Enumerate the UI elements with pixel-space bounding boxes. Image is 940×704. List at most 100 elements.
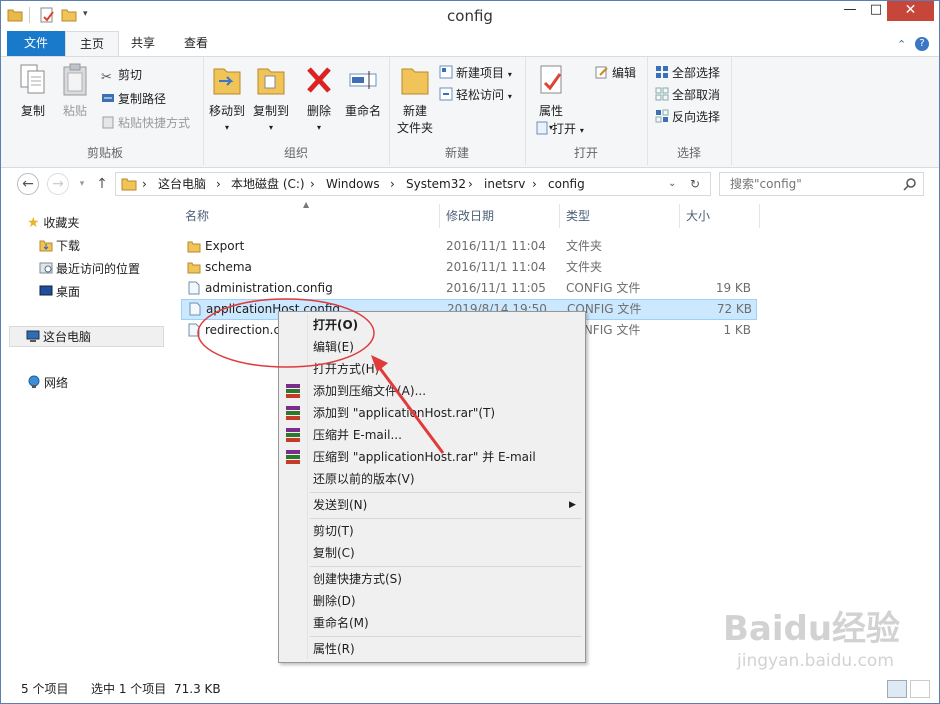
column-divider	[439, 204, 440, 228]
select-group-label: 选择	[676, 146, 701, 160]
file-row-schema[interactable]: schema 2016/11/1 11:04 文件夹	[181, 257, 755, 278]
paste-shortcut-button[interactable]: 粘贴快捷方式	[101, 113, 190, 133]
nav-desktop[interactable]: 桌面	[39, 282, 80, 302]
new-group: 新建 文件夹 新建项目 ▾ 轻松访问 ▾ 新建	[389, 57, 526, 165]
nav-recent-label: 最近访问的位置	[56, 262, 141, 276]
copy-label: 复制	[20, 104, 45, 118]
tab-view[interactable]: 查看	[171, 31, 221, 56]
column-date[interactable]: 修改日期	[446, 204, 494, 228]
help-icon[interactable]: ?	[915, 37, 929, 51]
easy-access-label: 轻松访问	[456, 88, 505, 102]
address-dropdown-icon[interactable]: ⌄	[668, 173, 676, 195]
select-none-button[interactable]: 全部取消	[655, 85, 720, 105]
ribbon-tabs: 文件 主页 共享 查看 ⌃ ?	[1, 31, 939, 56]
breadcrumb-local-disk[interactable]: 本地磁盘 (C:)	[231, 173, 305, 195]
menu-properties[interactable]: 属性(R)	[313, 638, 355, 660]
search-icon[interactable]	[903, 177, 917, 191]
title-bar: ▾ config — □ ✕	[1, 1, 939, 31]
file-size: 1 KB	[723, 323, 751, 337]
breadcrumb-inetsrv[interactable]: inetsrv	[484, 173, 525, 195]
breadcrumb-system32[interactable]: System32	[406, 173, 466, 195]
new-folder-label-1: 新建	[402, 104, 427, 118]
large-icons-view-icon[interactable]	[910, 680, 930, 698]
status-size: 71.3 KB	[174, 682, 221, 696]
column-size[interactable]: 大小	[686, 204, 710, 228]
menu-delete[interactable]: 删除(D)	[313, 590, 356, 612]
column-type[interactable]: 类型	[566, 204, 590, 228]
paste-label: 粘贴	[62, 104, 87, 118]
copy-path-button[interactable]: 复制路径	[101, 89, 166, 109]
back-button[interactable]: ←	[17, 173, 39, 195]
details-view-icon[interactable]	[887, 680, 907, 698]
menu-restore-versions[interactable]: 还原以前的版本(V)	[313, 468, 415, 490]
clipboard-group-label: 剪贴板	[86, 146, 123, 160]
menu-send-to[interactable]: 发送到(N)	[313, 494, 367, 516]
copy-button[interactable]: 复制	[13, 63, 53, 119]
file-type: 文件夹	[566, 260, 603, 274]
nav-this-pc-label: 这台电脑	[43, 330, 92, 344]
new-folder-button[interactable]: 新建 文件夹	[393, 63, 437, 136]
menu-separator	[310, 566, 582, 567]
menu-create-shortcut[interactable]: 创建快捷方式(S)	[313, 568, 402, 590]
annotation-ellipse	[197, 298, 375, 368]
move-to-button[interactable]: 移动到 ▾	[205, 63, 249, 133]
downloads-folder-icon	[39, 240, 53, 252]
column-divider	[759, 204, 760, 228]
tab-file[interactable]: 文件	[7, 31, 65, 56]
menu-rename[interactable]: 重命名(M)	[313, 612, 369, 634]
file-date: 2016/11/1 11:04	[446, 260, 546, 274]
copy-to-button[interactable]: 复制到 ▾	[249, 63, 293, 133]
new-group-label: 新建	[444, 146, 469, 160]
menu-cut[interactable]: 剪切(T)	[313, 520, 354, 542]
cut-button[interactable]: ✂ 剪切	[101, 65, 142, 85]
maximize-button[interactable]: □	[863, 1, 889, 21]
paste-button[interactable]: 粘贴	[55, 63, 95, 119]
collapse-ribbon-icon[interactable]: ⌃	[897, 38, 906, 51]
tab-share[interactable]: 共享	[119, 31, 167, 56]
breadcrumb-this-pc[interactable]: 这台电脑	[158, 173, 206, 195]
nav-favorites[interactable]: ★ 收藏夹	[27, 213, 79, 233]
new-item-button[interactable]: 新建项目 ▾	[439, 63, 512, 83]
address-bar[interactable]: › 这台电脑 › 本地磁盘 (C:) › Windows › System32 …	[115, 172, 711, 196]
status-selected: 选中 1 个项目	[91, 682, 167, 696]
column-name[interactable]: 名称	[185, 204, 209, 228]
select-all-label: 全部选择	[672, 66, 721, 80]
open-file-icon	[536, 121, 548, 135]
minimize-button[interactable]: —	[837, 1, 863, 21]
breadcrumb-config[interactable]: config	[548, 173, 585, 195]
nav-recent[interactable]: 最近访问的位置	[39, 259, 140, 279]
close-button[interactable]: ✕	[887, 1, 934, 21]
invert-selection-button[interactable]: 反向选择	[655, 107, 720, 127]
nav-desktop-label: 桌面	[56, 285, 81, 299]
easy-access-button[interactable]: 轻松访问 ▾	[439, 85, 512, 105]
edit-button[interactable]: 编辑	[595, 63, 636, 83]
tab-home[interactable]: 主页	[65, 31, 119, 56]
up-button[interactable]: ↑	[91, 173, 113, 195]
rename-button[interactable]: 重命名	[341, 63, 385, 119]
sort-ascending-icon: ▲	[303, 200, 310, 209]
recent-locations-dropdown[interactable]: ▾	[71, 173, 93, 195]
search-input[interactable]	[728, 176, 902, 192]
breadcrumb-windows[interactable]: Windows	[326, 173, 380, 195]
new-item-icon	[439, 65, 453, 79]
file-row-export[interactable]: Export 2016/11/1 11:04 文件夹	[181, 236, 755, 257]
refresh-icon[interactable]: ↻	[690, 173, 700, 195]
easy-access-icon	[439, 87, 453, 101]
network-icon	[28, 375, 40, 388]
breadcrumb-sep: ›	[390, 177, 395, 191]
forward-button[interactable]: →	[47, 173, 69, 195]
file-size: 72 KB	[716, 302, 752, 316]
file-date: 2016/11/1 11:04	[446, 239, 546, 253]
annotation-arrow-line	[374, 362, 445, 454]
nav-network[interactable]: 网络	[27, 373, 68, 393]
nav-this-pc[interactable]: 这台电脑	[9, 326, 164, 347]
menu-copy[interactable]: 复制(C)	[313, 542, 355, 564]
breadcrumb-sep: ›	[532, 177, 537, 191]
delete-button[interactable]: 删除 ▾	[299, 63, 339, 133]
breadcrumb-sep: ›	[142, 177, 147, 191]
open-button[interactable]: 打开 ▾	[535, 119, 584, 139]
copy-to-label: 复制到	[252, 104, 289, 118]
paste-shortcut-label: 粘贴快捷方式	[118, 116, 191, 130]
nav-downloads[interactable]: 下载	[39, 236, 80, 256]
select-all-button[interactable]: 全部选择	[655, 63, 720, 83]
